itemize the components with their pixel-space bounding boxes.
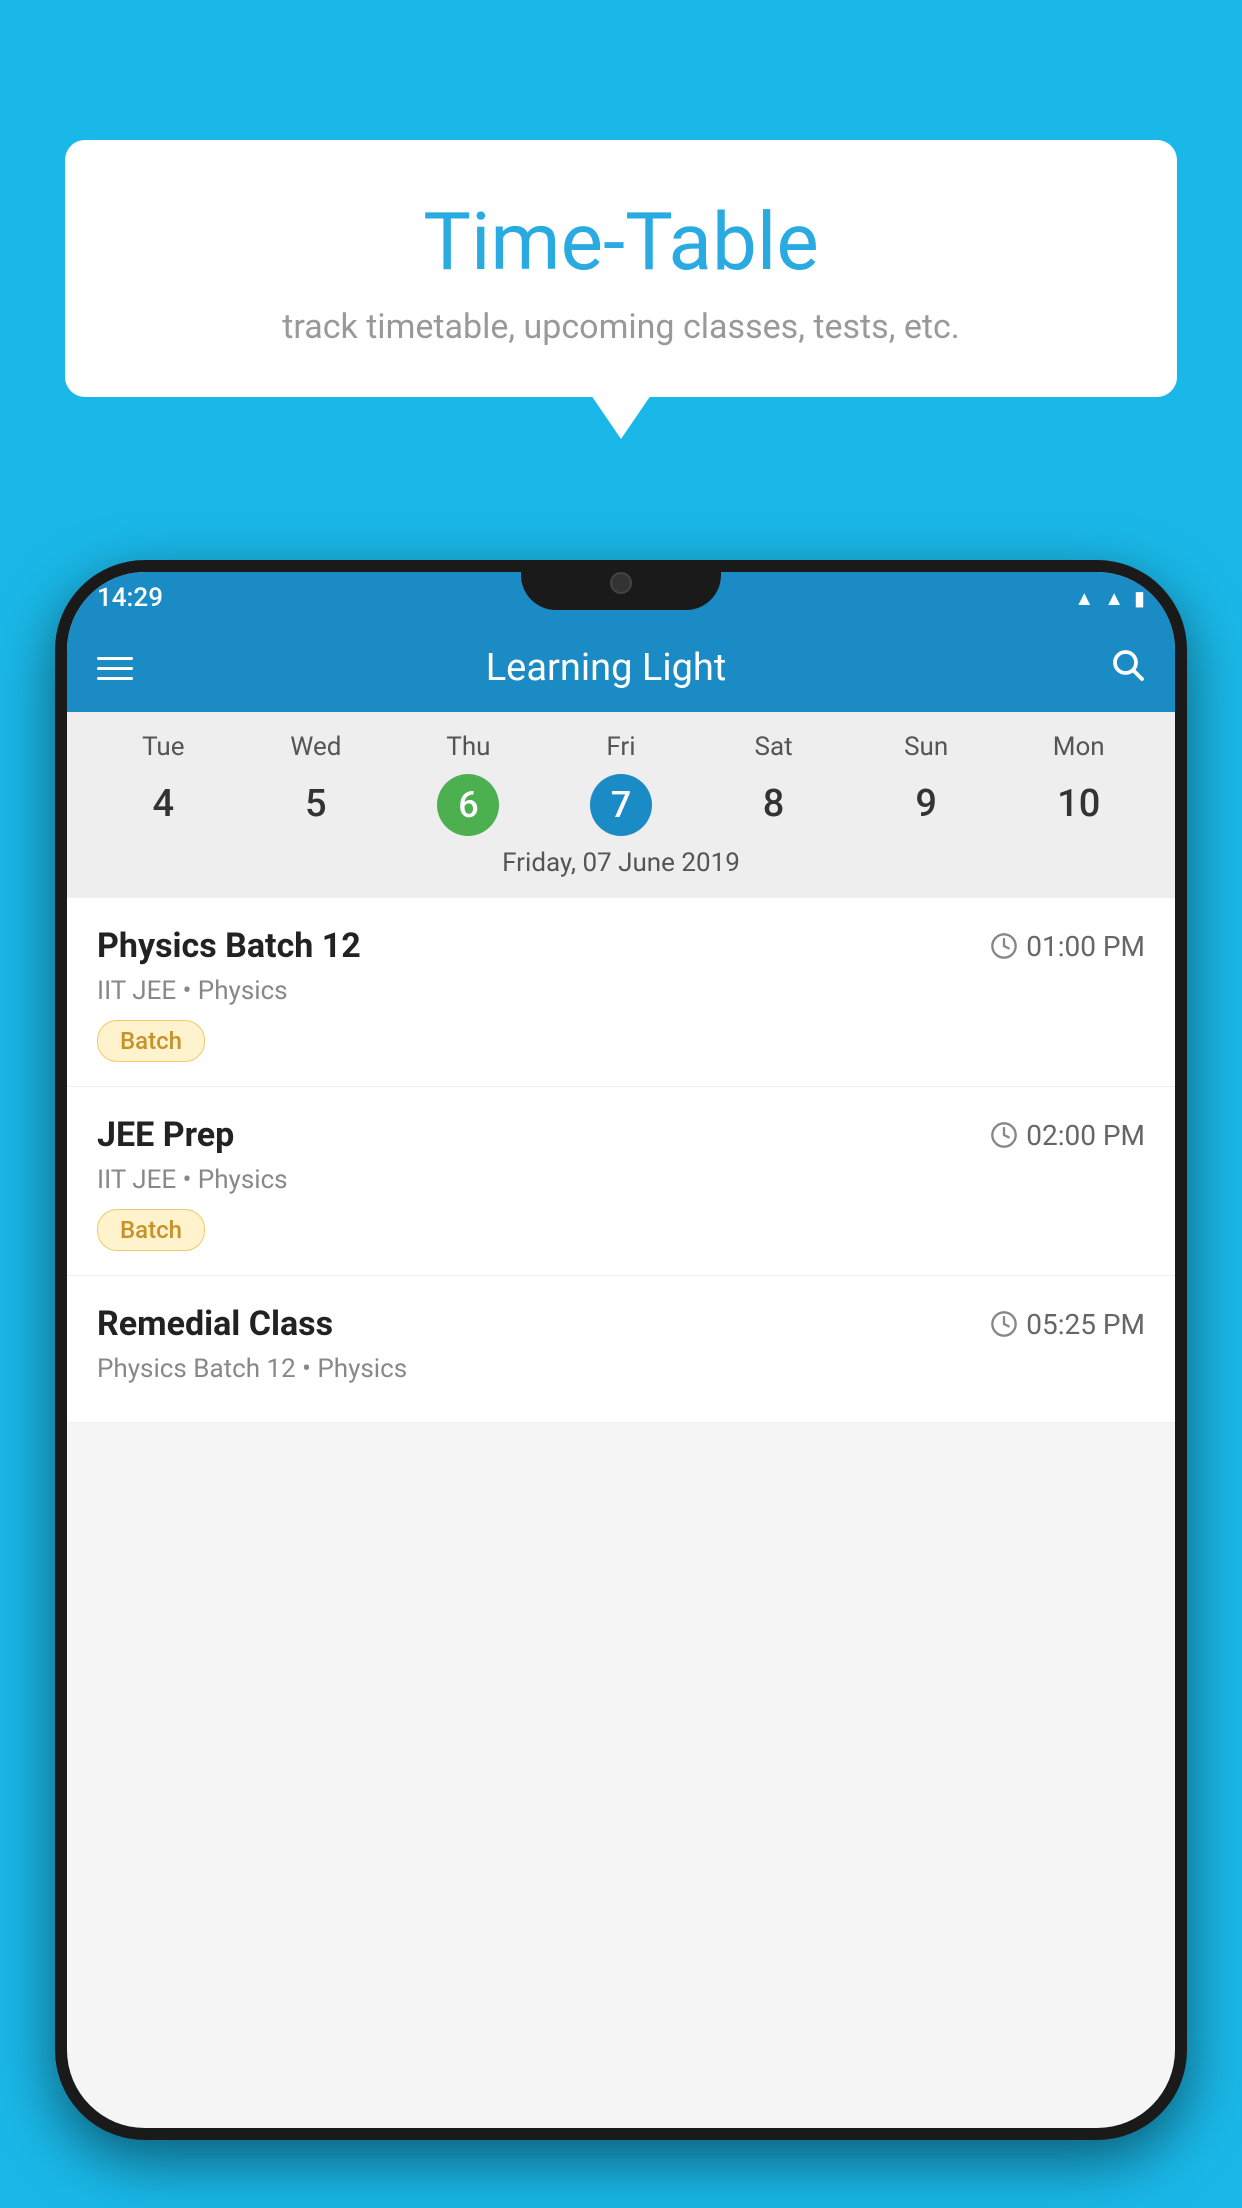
speech-bubble-container: Time-Table track timetable, upcoming cla… — [65, 140, 1177, 397]
class-name: Remedial Class — [97, 1304, 333, 1344]
batch-tag: Batch — [97, 1020, 205, 1062]
class-time-label: 01:00 PM — [1026, 930, 1145, 963]
class-meta: Physics Batch 12 • Physics — [97, 1354, 1145, 1384]
speech-bubble: Time-Table track timetable, upcoming cla… — [65, 140, 1177, 397]
class-time-label: 05:25 PM — [1026, 1308, 1145, 1341]
class-meta: IIT JEE • Physics — [97, 976, 1145, 1006]
class-item-physics-batch-12[interactable]: Physics Batch 12 01:00 PM IIT JEE • Phys… — [67, 898, 1175, 1087]
class-meta: IIT JEE • Physics — [97, 1165, 1145, 1195]
day-6-today[interactable]: 6 — [437, 774, 499, 836]
class-list: Physics Batch 12 01:00 PM IIT JEE • Phys… — [67, 898, 1175, 1423]
class-name: Physics Batch 12 — [97, 926, 361, 966]
class-item-header: Physics Batch 12 01:00 PM — [97, 926, 1145, 966]
phone-notch — [521, 560, 721, 610]
day-7-selected[interactable]: 7 — [590, 774, 652, 836]
class-time-label: 02:00 PM — [1026, 1119, 1145, 1152]
phone-frame: 14:29 ▲ ▲ ▮ Learning Light — [55, 560, 1187, 2140]
class-time: 02:00 PM — [990, 1119, 1145, 1152]
class-name: JEE Prep — [97, 1115, 234, 1155]
status-icons: ▲ ▲ ▮ — [1074, 586, 1145, 611]
hamburger-menu-button[interactable] — [97, 657, 133, 680]
day-4[interactable]: 4 — [87, 774, 240, 836]
day-numbers: 4 5 6 7 8 9 10 — [87, 774, 1155, 836]
class-time: 01:00 PM — [990, 930, 1145, 963]
search-button[interactable] — [1109, 646, 1145, 691]
class-item-remedial-class[interactable]: Remedial Class 05:25 PM Physics Batch 12… — [67, 1276, 1175, 1423]
app-title: Learning Light — [133, 646, 1079, 690]
day-8[interactable]: 8 — [697, 774, 850, 836]
battery-icon: ▮ — [1134, 586, 1145, 610]
wifi-icon: ▲ — [1074, 586, 1094, 611]
selected-date-label: Friday, 07 June 2019 — [87, 848, 1155, 888]
day-5[interactable]: 5 — [240, 774, 393, 836]
day-header-sun: Sun — [850, 732, 1003, 762]
class-item-header: Remedial Class 05:25 PM — [97, 1304, 1145, 1344]
day-header-fri: Fri — [545, 732, 698, 762]
app-bar: Learning Light — [67, 624, 1175, 712]
calendar-section: Tue Wed Thu Fri Sat Sun Mon 4 5 6 7 8 9 … — [67, 712, 1175, 898]
speech-bubble-subtitle: track timetable, upcoming classes, tests… — [125, 307, 1117, 347]
day-header-sat: Sat — [697, 732, 850, 762]
day-9[interactable]: 9 — [850, 774, 1003, 836]
speech-bubble-title: Time-Table — [125, 195, 1117, 289]
day-header-mon: Mon — [1002, 732, 1155, 762]
day-header-wed: Wed — [240, 732, 393, 762]
class-item-jee-prep[interactable]: JEE Prep 02:00 PM IIT JEE • Physics Batc… — [67, 1087, 1175, 1276]
phone-camera — [610, 572, 632, 594]
class-time: 05:25 PM — [990, 1308, 1145, 1341]
class-item-header: JEE Prep 02:00 PM — [97, 1115, 1145, 1155]
batch-tag: Batch — [97, 1209, 205, 1251]
phone-wrapper: 14:29 ▲ ▲ ▮ Learning Light — [55, 560, 1187, 2208]
day-header-tue: Tue — [87, 732, 240, 762]
day-10[interactable]: 10 — [1002, 774, 1155, 836]
status-time: 14:29 — [97, 583, 163, 613]
phone-screen: 14:29 ▲ ▲ ▮ Learning Light — [67, 572, 1175, 2128]
day-headers: Tue Wed Thu Fri Sat Sun Mon — [87, 732, 1155, 762]
day-header-thu: Thu — [392, 732, 545, 762]
signal-icon: ▲ — [1104, 586, 1124, 611]
